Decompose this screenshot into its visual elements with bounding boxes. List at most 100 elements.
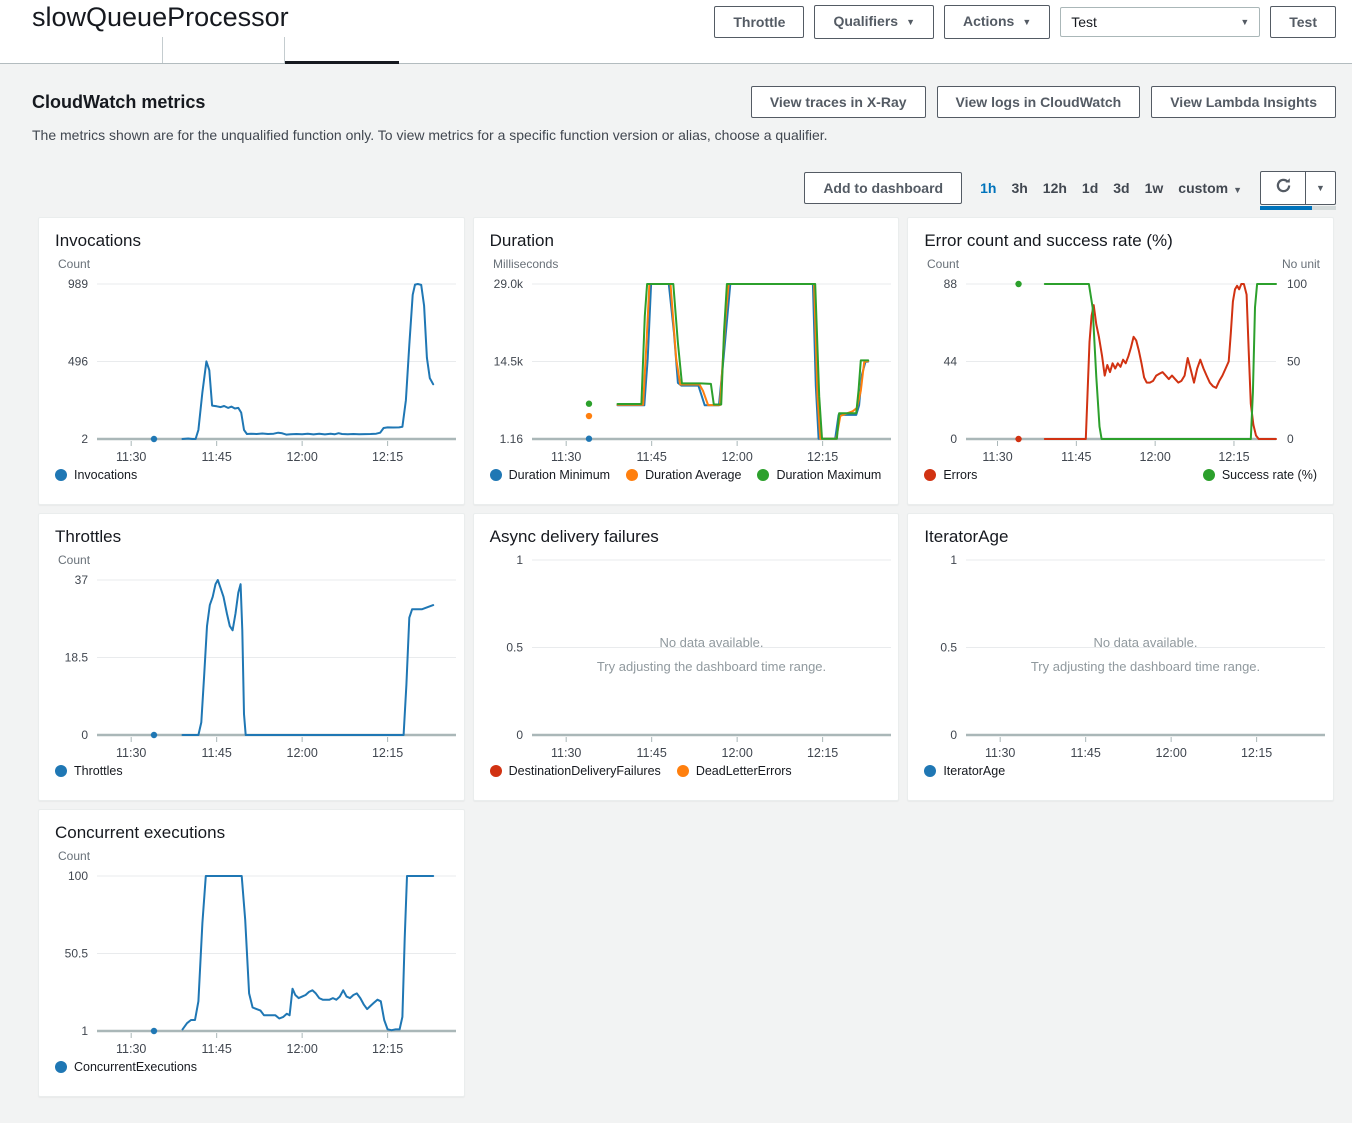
time-range-1h[interactable]: 1h	[980, 180, 996, 196]
legend-item-iteratorage[interactable]: IteratorAge	[924, 764, 1005, 778]
chart-plot-throttles[interactable]: Count3718.5011:3011:4512:0012:15	[39, 549, 464, 763]
svg-text:12:00: 12:00	[721, 450, 752, 464]
svg-text:12:15: 12:15	[372, 1042, 403, 1056]
legend-label: Throttles	[74, 764, 123, 778]
legend-item-throttles[interactable]: Throttles	[55, 764, 123, 778]
time-range-1d[interactable]: 1d	[1082, 180, 1098, 196]
legend-dot-icon	[55, 1061, 67, 1073]
svg-text:11:45: 11:45	[636, 450, 666, 464]
svg-text:29.0k: 29.0k	[493, 277, 523, 291]
view-lambda-insights-button[interactable]: View Lambda Insights	[1151, 86, 1336, 118]
legend-item-success-rate-[interactable]: Success rate (%)	[1203, 468, 1317, 482]
test-button[interactable]: Test	[1270, 6, 1336, 38]
time-range-custom[interactable]: custom▼	[1178, 180, 1242, 196]
svg-text:Count: Count	[58, 257, 91, 271]
legend-item-duration-maximum[interactable]: Duration Maximum	[757, 468, 881, 482]
svg-text:50: 50	[1287, 355, 1301, 369]
legend-item-duration-minimum[interactable]: Duration Minimum	[490, 468, 610, 482]
svg-text:14.5k: 14.5k	[493, 355, 523, 369]
refresh-progress-bar	[1260, 206, 1336, 210]
refresh-button[interactable]	[1260, 171, 1306, 205]
legend-item-concurrentexecutions[interactable]: ConcurrentExecutions	[55, 1060, 197, 1074]
chart-legend-iterator-age: IteratorAge	[908, 764, 1333, 778]
refresh-group: ▼	[1260, 171, 1336, 205]
svg-text:18.5: 18.5	[65, 651, 89, 665]
legend-item-deadlettererrors[interactable]: DeadLetterErrors	[677, 764, 792, 778]
chart-plot-errors[interactable]: CountNo unit8810044500011:3011:4512:0012…	[908, 253, 1333, 467]
legend-label: Success rate (%)	[1222, 468, 1317, 482]
svg-text:12:15: 12:15	[372, 746, 403, 760]
chart-plot-concurrent-executions[interactable]: Count10050.5111:3011:4512:0012:15	[39, 845, 464, 1059]
throttle-button[interactable]: Throttle	[714, 6, 804, 38]
legend-item-destinationdeliveryfailures[interactable]: DestinationDeliveryFailures	[490, 764, 661, 778]
svg-text:50.5: 50.5	[65, 947, 89, 961]
test-event-select[interactable]: Test ▼	[1060, 7, 1260, 37]
view-traces-xray-button[interactable]: View traces in X-Ray	[751, 86, 926, 118]
svg-text:496: 496	[68, 355, 88, 369]
svg-text:Count: Count	[58, 849, 91, 863]
time-range-12h[interactable]: 12h	[1043, 180, 1067, 196]
svg-text:11:45: 11:45	[1061, 450, 1091, 464]
page-title: slowQueueProcessor	[32, 2, 289, 33]
tab-1[interactable]	[32, 37, 163, 63]
qualifiers-button[interactable]: Qualifiers▼	[814, 5, 934, 39]
legend-item-invocations[interactable]: Invocations	[55, 468, 137, 482]
tab-monitor-active[interactable]	[285, 37, 399, 63]
time-range-3d[interactable]: 3d	[1113, 180, 1129, 196]
svg-text:0: 0	[951, 432, 958, 446]
legend-dot-icon	[490, 469, 502, 481]
refresh-options-button[interactable]: ▼	[1306, 171, 1336, 205]
metric-card-throttles: ThrottlesCount3718.5011:3011:4512:0012:1…	[38, 513, 465, 801]
caret-down-icon: ▼	[1233, 185, 1242, 195]
legend-label: Invocations	[74, 468, 137, 482]
svg-text:11:30: 11:30	[551, 746, 581, 760]
metrics-section-header: CloudWatch metrics The metrics shown are…	[0, 64, 1352, 143]
svg-text:No data available.: No data available.	[1094, 635, 1198, 650]
chart-legend-throttles: Throttles	[39, 764, 464, 778]
actions-button[interactable]: Actions▼	[944, 5, 1050, 39]
time-range-3h[interactable]: 3h	[1011, 180, 1027, 196]
chart-title-iterator-age: IteratorAge	[908, 514, 1333, 549]
metric-card-concurrent-executions: Concurrent executionsCount10050.5111:301…	[38, 809, 465, 1097]
dashboard-controls: Add to dashboard 1h 3h 12h 1d 3d 1w custom▼ ▼	[0, 143, 1352, 217]
legend-label: Duration Minimum	[509, 468, 610, 482]
legend-dot-icon	[626, 469, 638, 481]
chart-plot-iterator-age[interactable]: 10.5011:3011:4512:0012:15No data availab…	[908, 549, 1333, 763]
svg-text:12:15: 12:15	[807, 450, 838, 464]
svg-text:Count: Count	[927, 257, 960, 271]
metric-card-errors: Error count and success rate (%)CountNo …	[907, 217, 1334, 505]
chart-title-duration: Duration	[474, 218, 899, 253]
tab-bar	[32, 37, 399, 63]
refresh-icon	[1275, 177, 1292, 199]
metric-card-duration: DurationMilliseconds29.0k14.5k1.1611:301…	[473, 217, 900, 505]
svg-text:37: 37	[75, 573, 89, 587]
metrics-action-buttons: View traces in X-Ray View logs in CloudW…	[751, 86, 1336, 118]
view-logs-cloudwatch-button[interactable]: View logs in CloudWatch	[937, 86, 1141, 118]
add-to-dashboard-button[interactable]: Add to dashboard	[804, 172, 962, 204]
svg-text:12:15: 12:15	[1241, 746, 1272, 760]
header-actions: Throttle Qualifiers▼ Actions▼ Test ▼ Tes…	[714, 5, 1336, 39]
chart-plot-async-failures[interactable]: 10.5011:3011:4512:0012:15No data availab…	[474, 549, 899, 763]
time-range-links: 1h 3h 12h 1d 3d 1w custom▼	[980, 180, 1242, 196]
svg-text:12:00: 12:00	[287, 1042, 318, 1056]
svg-text:11:45: 11:45	[636, 746, 666, 760]
svg-text:Count: Count	[58, 553, 91, 567]
chart-legend-errors: Errors Success rate (%)	[908, 468, 1333, 482]
legend-item-duration-average[interactable]: Duration Average	[626, 468, 741, 482]
svg-text:11:30: 11:30	[985, 746, 1015, 760]
time-range-1w[interactable]: 1w	[1145, 180, 1164, 196]
svg-text:No unit: No unit	[1282, 257, 1321, 271]
tab-2[interactable]	[163, 37, 285, 63]
legend-item-errors[interactable]: Errors	[924, 468, 977, 482]
chart-legend-async-failures: DestinationDeliveryFailures DeadLetterErr…	[474, 764, 899, 778]
metric-card-iterator-age: IteratorAge10.5011:3011:4512:0012:15No d…	[907, 513, 1334, 801]
qualifiers-label: Qualifiers	[833, 13, 898, 29]
svg-text:Try adjusting the dashboard ti: Try adjusting the dashboard time range.	[1031, 659, 1260, 674]
chart-plot-duration[interactable]: Milliseconds29.0k14.5k1.1611:3011:4512:0…	[474, 253, 899, 467]
chart-plot-invocations[interactable]: Count989496211:3011:4512:0012:15	[39, 253, 464, 467]
legend-label: IteratorAge	[943, 764, 1005, 778]
svg-text:Try adjusting the dashboard ti: Try adjusting the dashboard time range.	[596, 659, 825, 674]
chart-legend-invocations: Invocations	[39, 468, 464, 482]
svg-text:11:30: 11:30	[116, 1042, 146, 1056]
svg-text:11:30: 11:30	[116, 746, 146, 760]
